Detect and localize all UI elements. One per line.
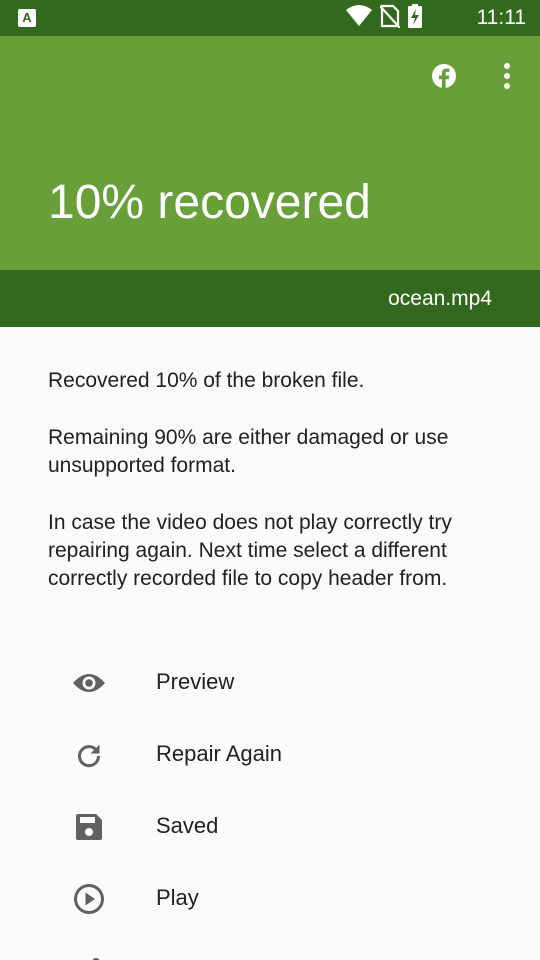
saved-label: Saved (156, 813, 219, 838)
status-time: 11:11 (476, 6, 526, 29)
header: 10% recovered (0, 36, 540, 270)
app-screen: A 11:11 10% recovered ocean.mp4 Recovere… (0, 0, 540, 960)
more-vert-icon (503, 62, 511, 94)
play-circle-icon (72, 882, 106, 916)
share-button[interactable] (0, 934, 540, 960)
repair-advice-text: In case the video does not play correctl… (48, 511, 452, 590)
status-bar: A 11:11 (0, 0, 540, 36)
preview-button[interactable]: Preview (0, 646, 540, 718)
wifi-icon (346, 4, 372, 32)
status-icons (346, 3, 422, 33)
repair-again-label: Repair Again (156, 741, 282, 766)
saved-button[interactable]: Saved (0, 790, 540, 862)
preview-label: Preview (156, 669, 235, 694)
no-sim-icon (379, 4, 401, 33)
facebook-icon (431, 63, 457, 94)
app-notification-icon: A (18, 9, 36, 27)
share-icon (72, 954, 106, 960)
more-options-button[interactable] (491, 62, 523, 94)
play-label: Play (156, 885, 199, 910)
file-name: ocean.mp4 (388, 287, 492, 310)
recovered-text: Recovered 10% of the broken file. (48, 369, 365, 392)
eye-icon (72, 666, 106, 700)
facebook-button[interactable] (428, 62, 460, 94)
refresh-icon (72, 738, 106, 772)
battery-charging-icon (408, 3, 422, 33)
file-name-bar: ocean.mp4 (0, 270, 540, 327)
repair-again-button[interactable]: Repair Again (0, 718, 540, 790)
remaining-text: Remaining 90% are either damaged or use … (48, 426, 449, 477)
save-icon (72, 810, 106, 844)
play-button[interactable]: Play (0, 862, 540, 934)
result-content: Recovered 10% of the broken file. Remain… (0, 327, 540, 960)
recovery-percent-title: 10% recovered (48, 176, 371, 229)
